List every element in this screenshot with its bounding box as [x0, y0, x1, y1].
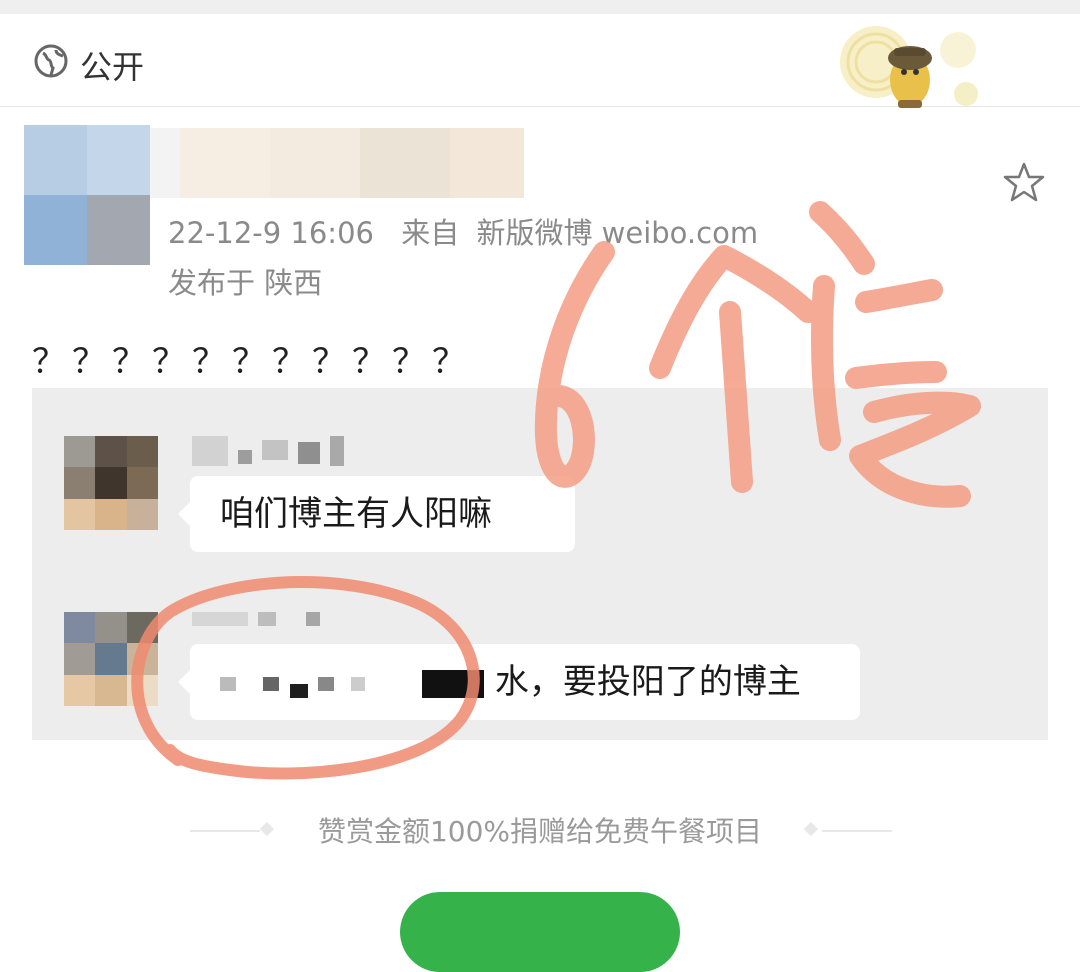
post-text: ？？？？？？？？？？？ — [32, 342, 472, 382]
source-app[interactable]: 新版微博 weibo.com — [476, 216, 758, 250]
post-visibility-header: 公开 — [0, 14, 1080, 108]
favorite-star-icon[interactable] — [1002, 160, 1046, 204]
comment-avatar-pixelated[interactable] — [64, 436, 158, 530]
post-meta: 22-12-9 16:06 来自 新版微博 weibo.com — [168, 210, 758, 252]
source-prefix: 来自 — [401, 216, 460, 250]
comment-avatar-pixelated[interactable] — [64, 612, 158, 706]
author-name-pixelated[interactable] — [150, 128, 524, 198]
author-avatar-pixelated[interactable] — [24, 125, 150, 265]
comment-username-pixelated — [192, 436, 344, 470]
comment-bubble: 水，要投阳了的博主 — [178, 644, 860, 720]
post-timestamp: 22-12-9 16:06 — [168, 216, 374, 250]
comment-text: 咱们博主有人阳嘛 — [220, 494, 492, 534]
comment-username-pixelated — [192, 612, 320, 646]
top-strip — [0, 0, 1080, 14]
post-location: 发布于 陕西 — [168, 266, 323, 300]
visibility-label[interactable]: 公开 — [80, 42, 144, 88]
comment-bubble: 咱们博主有人阳嘛 — [178, 476, 575, 552]
reward-button[interactable] — [400, 892, 680, 972]
globe-icon — [34, 44, 68, 78]
pikachu-detective-sticker — [840, 26, 978, 108]
reward-note: 赞赏金额100%捐赠给免费午餐项目 — [317, 815, 763, 848]
divider-right — [822, 830, 892, 832]
comment-text: 水，要投阳了的博主 — [494, 662, 801, 702]
